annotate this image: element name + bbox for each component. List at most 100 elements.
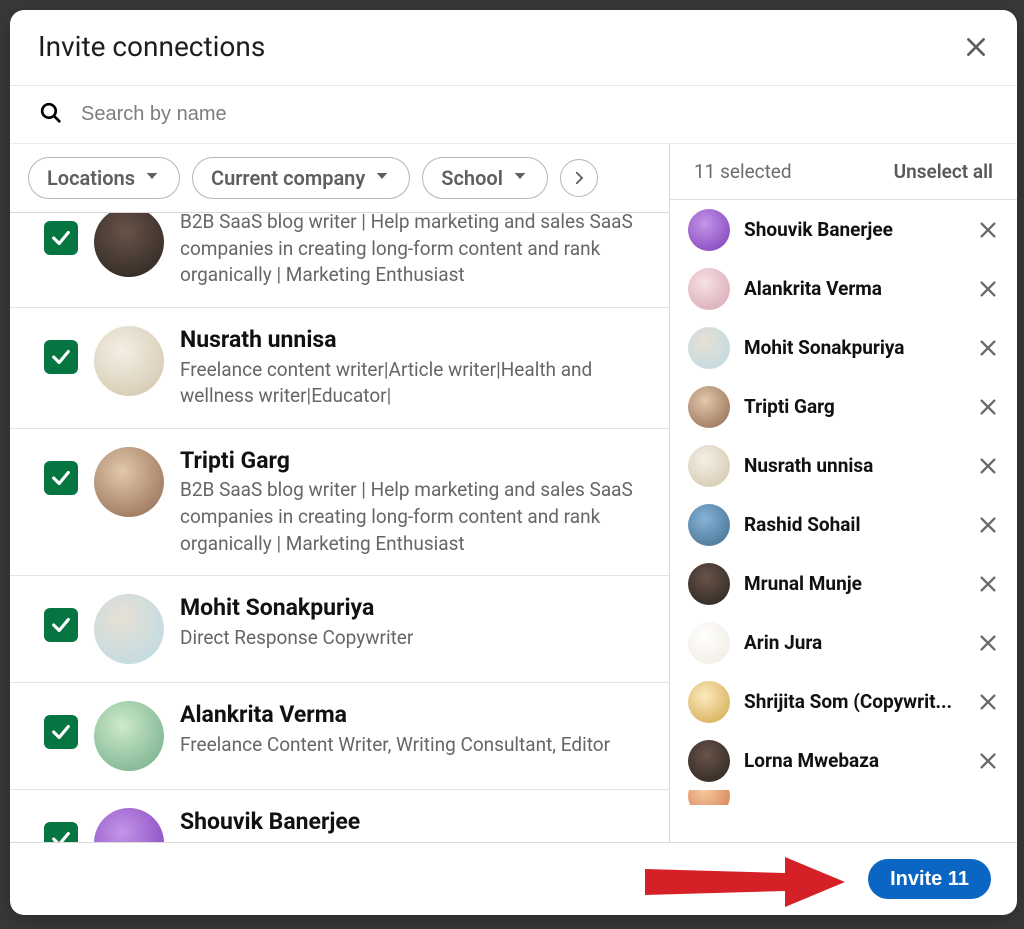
avatar bbox=[688, 209, 730, 251]
connection-desc: B2B SaaS blog writer | Help marketing an… bbox=[180, 213, 645, 289]
selected-name: Lorna Mwebaza bbox=[744, 749, 963, 772]
selected-name: Nusrath unnisa bbox=[744, 454, 963, 477]
selected-row: Mrunal Munje bbox=[670, 554, 1017, 613]
connections-list[interactable]: B2B SaaS blog writer | Help marketing an… bbox=[10, 213, 669, 842]
selected-name: Shrijita Som (Copywrit... bbox=[744, 690, 963, 713]
connection-text: Alankrita VermaFreelance Content Writer,… bbox=[180, 701, 645, 758]
avatar bbox=[94, 594, 164, 664]
selected-name: Tripti Garg bbox=[744, 395, 963, 418]
modal-body: Locations Current company School bbox=[10, 144, 1017, 842]
remove-icon[interactable] bbox=[977, 337, 999, 359]
connection-desc: Freelance content writer|Article writer|… bbox=[180, 357, 645, 410]
connection-checkbox[interactable] bbox=[44, 608, 78, 642]
selected-header: 11 selected Unselect all bbox=[670, 144, 1017, 200]
caret-down-icon bbox=[143, 166, 161, 190]
remove-icon[interactable] bbox=[977, 455, 999, 477]
filter-locations[interactable]: Locations bbox=[28, 157, 180, 199]
selected-name: Mohit Sonakpuriya bbox=[744, 336, 963, 359]
selected-row-partial bbox=[670, 790, 1017, 805]
connection-checkbox[interactable] bbox=[44, 340, 78, 374]
avatar bbox=[94, 213, 164, 277]
selected-name: Mrunal Munje bbox=[744, 572, 963, 595]
connection-name: Shouvik Banerjee bbox=[180, 808, 645, 837]
modal-header: Invite connections bbox=[10, 10, 1017, 86]
connection-checkbox[interactable] bbox=[44, 715, 78, 749]
modal-footer: Invite 11 bbox=[10, 842, 1017, 915]
avatar bbox=[94, 326, 164, 396]
remove-icon[interactable] bbox=[977, 750, 999, 772]
selected-name: Arin Jura bbox=[744, 631, 963, 654]
selected-row: Mohit Sonakpuriya bbox=[670, 318, 1017, 377]
remove-icon[interactable] bbox=[977, 691, 999, 713]
remove-icon[interactable] bbox=[977, 632, 999, 654]
connection-text: Mohit SonakpuriyaDirect Response Copywri… bbox=[180, 594, 645, 651]
caret-down-icon bbox=[511, 166, 529, 190]
avatar bbox=[688, 740, 730, 782]
avatar bbox=[94, 808, 164, 842]
avatar bbox=[688, 622, 730, 664]
remove-icon[interactable] bbox=[977, 396, 999, 418]
selected-row: Alankrita Verma bbox=[670, 259, 1017, 318]
close-icon[interactable] bbox=[963, 34, 989, 60]
avatar bbox=[688, 790, 730, 805]
avatar bbox=[94, 701, 164, 771]
connection-text: Tripti GargB2B SaaS blog writer | Help m… bbox=[180, 447, 645, 558]
filters-bar: Locations Current company School bbox=[10, 144, 669, 213]
selected-row: Nusrath unnisa bbox=[670, 436, 1017, 495]
connection-text: Nusrath unnisaFreelance content writer|A… bbox=[180, 326, 645, 410]
selected-name: Alankrita Verma bbox=[744, 277, 963, 300]
connection-row[interactable]: Shouvik BanerjeeAuthor || Ghostwriter ||… bbox=[10, 789, 669, 842]
filter-school-label: School bbox=[441, 166, 503, 190]
avatar bbox=[94, 447, 164, 517]
filter-company-label: Current company bbox=[211, 166, 365, 190]
invite-button[interactable]: Invite 11 bbox=[868, 859, 991, 899]
selected-row: Rashid Sohail bbox=[670, 495, 1017, 554]
scroll-filters-right[interactable] bbox=[560, 159, 598, 197]
search-input[interactable] bbox=[81, 103, 983, 126]
connection-name: Mohit Sonakpuriya bbox=[180, 594, 645, 623]
filter-current-company[interactable]: Current company bbox=[192, 157, 410, 199]
selected-name: Rashid Sohail bbox=[744, 513, 963, 536]
remove-icon[interactable] bbox=[977, 219, 999, 241]
selected-row: Arin Jura bbox=[670, 613, 1017, 672]
unselect-all-button[interactable]: Unselect all bbox=[894, 160, 993, 183]
connection-desc: Freelance Content Writer, Writing Consul… bbox=[180, 732, 645, 759]
connection-name: Alankrita Verma bbox=[180, 701, 645, 730]
avatar bbox=[688, 386, 730, 428]
connection-checkbox[interactable] bbox=[44, 221, 78, 255]
avatar bbox=[688, 327, 730, 369]
connections-column: Locations Current company School bbox=[10, 144, 670, 842]
connection-row[interactable]: Alankrita VermaFreelance Content Writer,… bbox=[10, 682, 669, 789]
avatar bbox=[688, 445, 730, 487]
connection-row[interactable]: Mohit SonakpuriyaDirect Response Copywri… bbox=[10, 575, 669, 682]
invite-connections-modal: Invite connections Locations bbox=[10, 10, 1017, 915]
connection-row[interactable]: Tripti GargB2B SaaS blog writer | Help m… bbox=[10, 428, 669, 576]
remove-icon[interactable] bbox=[977, 514, 999, 536]
filter-school[interactable]: School bbox=[422, 157, 548, 199]
caret-down-icon bbox=[373, 166, 391, 190]
selected-count: 11 selected bbox=[694, 160, 792, 183]
remove-icon[interactable] bbox=[977, 573, 999, 595]
search-icon bbox=[38, 100, 63, 129]
selected-row: Tripti Garg bbox=[670, 377, 1017, 436]
connection-name: Nusrath unnisa bbox=[180, 326, 645, 355]
filter-locations-label: Locations bbox=[47, 166, 135, 190]
avatar bbox=[688, 681, 730, 723]
avatar bbox=[688, 268, 730, 310]
selected-row: Lorna Mwebaza bbox=[670, 731, 1017, 790]
selected-name: Shouvik Banerjee bbox=[744, 218, 963, 241]
connection-checkbox[interactable] bbox=[44, 822, 78, 842]
connection-row[interactable]: B2B SaaS blog writer | Help marketing an… bbox=[10, 213, 669, 307]
avatar bbox=[688, 563, 730, 605]
connection-text: Shouvik BanerjeeAuthor || Ghostwriter ||… bbox=[180, 808, 645, 842]
connection-checkbox[interactable] bbox=[44, 461, 78, 495]
modal-title: Invite connections bbox=[38, 30, 265, 63]
connection-text: B2B SaaS blog writer | Help marketing an… bbox=[180, 213, 645, 289]
remove-icon[interactable] bbox=[977, 278, 999, 300]
avatar bbox=[688, 504, 730, 546]
connection-row[interactable]: Nusrath unnisaFreelance content writer|A… bbox=[10, 307, 669, 428]
selected-row: Shouvik Banerjee bbox=[670, 200, 1017, 259]
selected-list[interactable]: Shouvik Banerjee Alankrita Verma Mohit Son… bbox=[670, 200, 1017, 842]
connection-name: Tripti Garg bbox=[180, 447, 645, 476]
selected-row: Shrijita Som (Copywrit... bbox=[670, 672, 1017, 731]
